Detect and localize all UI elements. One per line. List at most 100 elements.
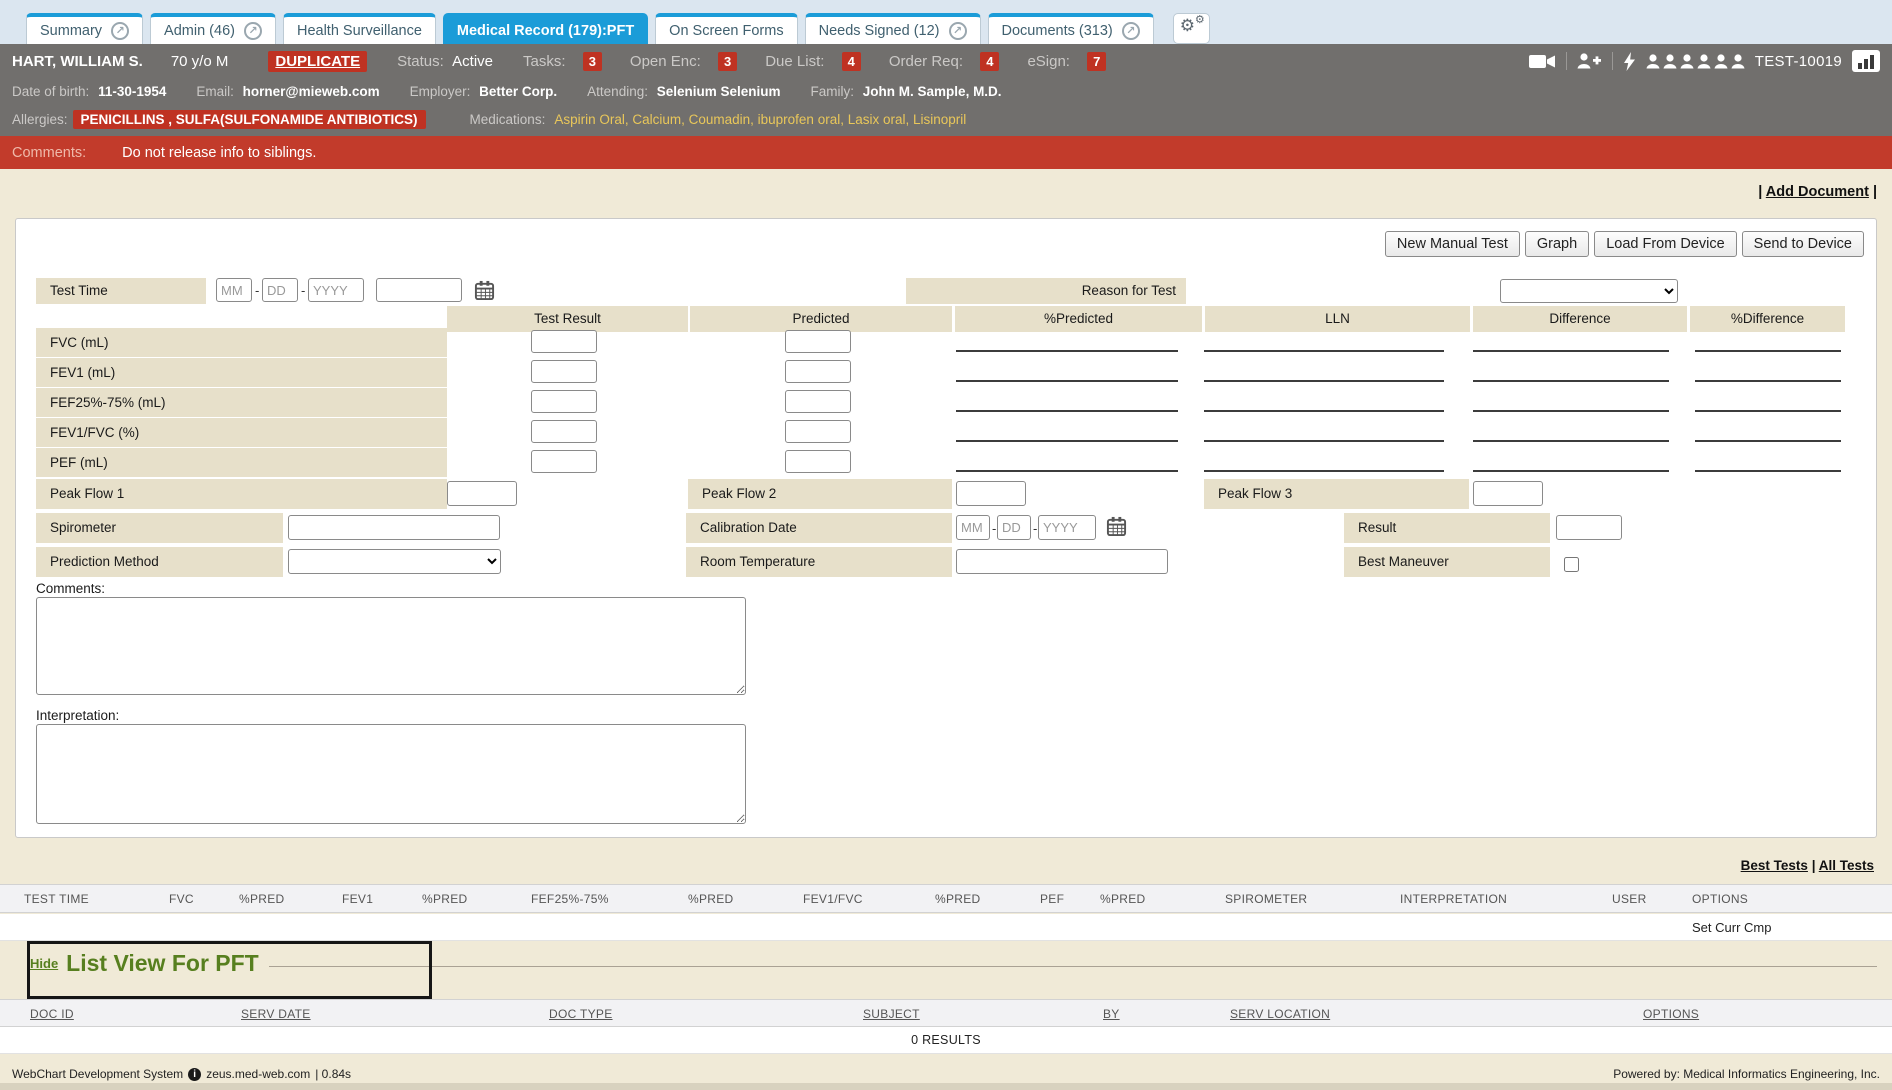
best-maneuver-checkbox[interactable] [1564,557,1579,572]
room-temperature-input[interactable] [956,549,1168,574]
fev1-predicted-input[interactable] [785,360,851,383]
bar-chart-icon[interactable] [1852,50,1880,72]
result-input[interactable] [1556,515,1622,540]
row-label: FEF25%-75% (mL) [36,388,447,417]
email-label: Email: [196,84,234,99]
allergies-value[interactable]: PENICILLINS , SULFA(SULFONAMIDE ANTIBIOT… [73,110,426,129]
dob-label: Date of birth: [12,84,89,99]
tab-documents[interactable]: Documents (313) ↗ [988,13,1154,44]
fef-predicted-input[interactable] [785,390,851,413]
peak-flow-3-input[interactable] [1473,481,1543,506]
open-enc-count-badge[interactable]: 3 [718,52,737,71]
row-label: PEF (mL) [36,448,447,477]
popout-icon[interactable]: ↗ [244,22,262,40]
peak-flow-2-input[interactable] [956,481,1026,506]
new-manual-test-button[interactable]: New Manual Test [1385,231,1520,257]
patient-group-icons[interactable] [1646,54,1745,69]
esign-count-badge[interactable]: 7 [1087,52,1106,71]
measure-row-fev1: FEV1 (mL) [16,358,1876,387]
due-list-count-badge[interactable]: 4 [842,52,861,71]
popout-icon[interactable]: ↗ [1122,22,1140,40]
fev1-test-result-input[interactable] [531,360,597,383]
order-req-label: Order Req: [889,53,963,70]
order-req-count-badge[interactable]: 4 [980,52,999,71]
spirometer-input[interactable] [288,515,500,540]
load-from-device-button[interactable]: Load From Device [1594,231,1736,257]
tab-medical-record[interactable]: Medical Record (179):PFT [443,13,648,44]
add-person-icon[interactable] [1577,53,1602,69]
col-by[interactable]: BY [1103,1000,1120,1028]
lln-line [1204,440,1444,442]
fvc-test-result-input[interactable] [531,330,597,353]
test-time-month-input[interactable] [216,278,252,302]
interpretation-textarea[interactable] [36,724,746,824]
tab-health-surveillance[interactable]: Health Surveillance [283,13,436,44]
form-comments-label: Comments: [36,581,105,596]
cmp-link[interactable]: Cmp [1744,920,1771,935]
spirometer-label: Spirometer [36,513,283,543]
lightning-icon[interactable] [1623,52,1636,71]
col-pred-3: %PRED [688,885,734,914]
lln-line [1204,350,1444,352]
peak-flow-1-input[interactable] [447,481,517,506]
tab-label: Needs Signed (12) [819,23,940,39]
test-time-year-input[interactable] [308,278,364,302]
prediction-method-select[interactable] [288,549,501,574]
fev1-fvc-test-result-input[interactable] [531,420,597,443]
fev1-fvc-predicted-input[interactable] [785,420,851,443]
all-tests-link[interactable]: All Tests [1819,858,1874,873]
best-tests-link[interactable]: Best Tests [1741,858,1808,873]
date-separator: - [301,283,305,298]
info-icon[interactable] [188,1068,201,1081]
set-curr-link[interactable]: Set Curr [1692,920,1740,935]
reason-for-test-select[interactable] [1500,279,1678,303]
calendar-icon[interactable] [1106,516,1127,537]
calibration-year-input[interactable] [1038,515,1096,540]
col-doc-type[interactable]: DOC TYPE [549,1000,613,1028]
pct-difference-line [1695,470,1841,472]
calendar-icon[interactable] [474,280,495,301]
calibration-month-input[interactable] [956,515,990,540]
tab-admin[interactable]: Admin (46) ↗ [150,13,276,44]
patient-name: HART, WILLIAM S. [12,53,143,70]
tab-needs-signed[interactable]: Needs Signed (12) ↗ [805,13,981,44]
col-serv-location[interactable]: SERV LOCATION [1230,1000,1330,1028]
add-document-link[interactable]: Add Document [1766,184,1869,200]
room-temperature-label: Room Temperature [686,547,952,577]
test-time-day-input[interactable] [262,278,298,302]
col-subject[interactable]: SUBJECT [863,1000,920,1028]
popout-icon[interactable]: ↗ [949,22,967,40]
tasks-label: Tasks: [523,53,566,70]
graph-button[interactable]: Graph [1525,231,1589,257]
lln-line [1204,380,1444,382]
test-time-time-input[interactable] [376,278,462,302]
col-doc-options[interactable]: OPTIONS [1643,1000,1699,1028]
popout-icon[interactable]: ↗ [111,22,129,40]
tab-on-screen-forms[interactable]: On Screen Forms [655,13,797,44]
lln-line [1204,470,1444,472]
col-serv-date[interactable]: SERV DATE [241,1000,311,1028]
tasks-count-badge[interactable]: 3 [583,52,602,71]
tab-summary[interactable]: Summary ↗ [26,13,143,44]
measure-row-pef: PEF (mL) [16,448,1876,477]
row-label: FEV1 (mL) [36,358,447,387]
medications-value[interactable]: Aspirin Oral, Calcium, Coumadin, ibuprof… [554,112,966,127]
send-to-device-button[interactable]: Send to Device [1742,231,1864,257]
difference-line [1473,440,1669,442]
settings-gear-button[interactable]: ⚙ ⚙ [1173,13,1210,44]
duplicate-flag[interactable]: DUPLICATE [268,51,367,72]
fef-test-result-input[interactable] [531,390,597,413]
chart-id: TEST-10019 [1755,53,1842,70]
video-camera-icon[interactable] [1529,53,1556,70]
calibration-day-input[interactable] [997,515,1031,540]
status-label: Status: [397,53,444,70]
hide-list-view-link[interactable]: Hide [30,956,58,971]
pef-predicted-input[interactable] [785,450,851,473]
pct-difference-line [1695,440,1841,442]
legend-line [269,966,1877,967]
prediction-method-label: Prediction Method [36,547,283,577]
fvc-predicted-input[interactable] [785,330,851,353]
col-doc-id[interactable]: DOC ID [30,1000,74,1028]
pef-test-result-input[interactable] [531,450,597,473]
form-comments-textarea[interactable] [36,597,746,695]
